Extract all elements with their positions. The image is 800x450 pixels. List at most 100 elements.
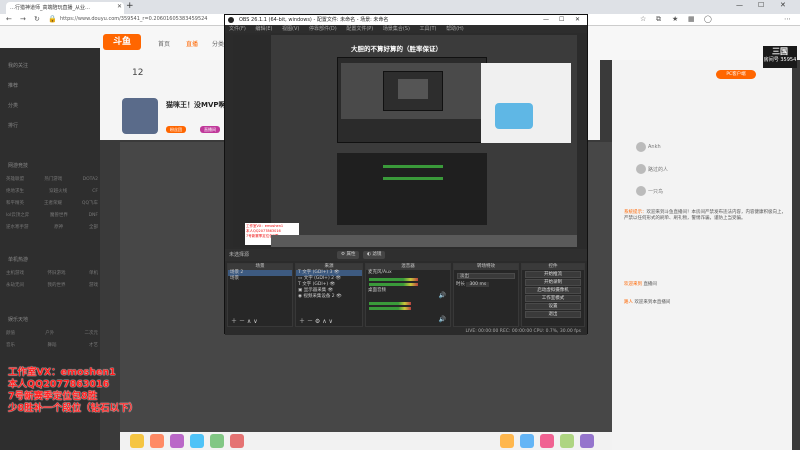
sidebar-category-link[interactable]: QQ飞车 — [82, 198, 98, 210]
menu-edit[interactable]: 编辑(E) — [255, 26, 272, 32]
nav-category[interactable]: 分类 — [212, 39, 224, 48]
gift-icon[interactable] — [230, 434, 244, 448]
chat-author[interactable]: 路人 — [624, 300, 633, 305]
sidebar-category-link[interactable]: 永劫无间 — [6, 280, 24, 292]
close-icon[interactable]: ✕ — [575, 15, 580, 25]
user-name[interactable]: 路过的人 — [648, 166, 668, 173]
url-input[interactable]: https://www.douyu.com/359541_r=0.2060160… — [60, 16, 230, 24]
sidebar-category-link[interactable]: DNF — [89, 210, 98, 222]
sidebar-item-recommend[interactable]: 推荐 — [8, 82, 18, 89]
sidebar-category-link[interactable]: 原神 — [54, 222, 63, 234]
nav-home[interactable]: 首页 — [158, 39, 170, 48]
close-window-icon[interactable]: ✕ — [780, 1, 786, 9]
exit-button[interactable]: 退出 — [525, 311, 581, 318]
sidebar-category-link[interactable]: 全部 — [89, 222, 98, 234]
sidebar-category-link[interactable]: CF — [92, 186, 98, 198]
eye-icon[interactable]: 👁 — [330, 282, 336, 287]
sidebar-category-link[interactable]: 热门游戏 — [44, 174, 62, 186]
add-icon[interactable]: ＋ — [231, 318, 237, 325]
browser-tab[interactable]: …行猎神道师_高端陪玩直播_从业… ✕ — [6, 2, 124, 14]
up-icon[interactable]: ∧ — [247, 318, 251, 325]
start-streaming-button[interactable]: 开始推流 — [525, 271, 581, 278]
sidebar-item-rank[interactable]: 排行 — [8, 122, 18, 129]
gift-icon[interactable] — [150, 434, 164, 448]
gift-icon[interactable] — [190, 434, 204, 448]
sidebar-category-link[interactable]: 魔兽世界 — [50, 210, 68, 222]
forward-icon[interactable]: → — [20, 15, 26, 23]
eye-icon[interactable]: 👁 — [336, 294, 342, 299]
menu-file[interactable]: 文件(F) — [229, 26, 246, 32]
up-icon[interactable]: ∧ — [322, 318, 326, 325]
minimize-icon[interactable]: — — [736, 1, 743, 9]
room-tag[interactable]: 直播间 — [200, 126, 220, 133]
scene-item[interactable]: 场景 — [228, 276, 292, 282]
sidebar-category-link[interactable]: 音乐 — [6, 340, 15, 352]
obs-preview[interactable]: 大胆的不算好算的（胜率保证） 工作室VX：emoshen1 本人QQ2077863… — [233, 35, 577, 247]
start-recording-button[interactable]: 开始录制 — [525, 279, 581, 286]
chat-author[interactable]: 欢迎来到 — [624, 282, 642, 287]
sidebar-category-link[interactable]: 绝地求生 — [6, 186, 24, 198]
sidebar-category-link[interactable]: 二次元 — [85, 328, 99, 340]
streamer-avatar[interactable] — [122, 98, 158, 134]
sidebar-category-link[interactable]: 王者荣耀 — [44, 198, 62, 210]
maximize-icon[interactable]: ☐ — [559, 15, 564, 25]
volume-icon[interactable]: 🔊 — [439, 316, 446, 323]
sidebar-item-category[interactable]: 分类 — [8, 102, 18, 109]
transition-select[interactable]: 淡出 — [457, 273, 515, 279]
menu-help[interactable]: 帮助(H) — [446, 26, 464, 32]
studio-mode-button[interactable]: 工作室模式 — [525, 295, 581, 302]
sidebar-category-link[interactable]: 单机 — [89, 268, 98, 280]
volume-icon[interactable]: 🔊 — [439, 292, 446, 299]
favorites-icon[interactable]: ★ — [672, 15, 678, 23]
star-icon[interactable]: ☆ — [640, 15, 646, 23]
down-icon[interactable]: ∨ — [253, 318, 257, 325]
gift-icon[interactable] — [520, 434, 534, 448]
sidebar-category-link[interactable]: 颜值 — [6, 328, 15, 340]
more-icon[interactable]: ⋯ — [784, 15, 791, 23]
eye-icon[interactable]: 👁 — [334, 270, 340, 275]
menu-view[interactable]: 视图(V) — [282, 26, 299, 32]
nav-live[interactable]: 直播 — [186, 39, 198, 48]
remove-icon[interactable]: － — [307, 318, 313, 325]
menu-tools[interactable]: 工具(T) — [420, 26, 437, 32]
site-logo[interactable]: 斗鱼 — [103, 34, 141, 50]
refresh-icon[interactable]: ↻ — [34, 15, 40, 23]
duration-input[interactable]: 300 ms — [466, 282, 490, 287]
sidebar-category-link[interactable]: 穿越火线 — [49, 186, 67, 198]
sidebar-category-link[interactable]: 怀旧游戏 — [48, 268, 66, 280]
sidebar-category-link[interactable]: 英雄联盟 — [6, 174, 24, 186]
filters-button[interactable]: ◐ 滤镜 — [363, 251, 386, 259]
eye-icon[interactable]: 👁 — [335, 276, 341, 281]
room-tag[interactable]: 粉丝团 — [166, 126, 186, 133]
user-name[interactable]: 一只鸟 — [648, 188, 663, 195]
sidebar-category-link[interactable]: 我的世界 — [48, 280, 66, 292]
eye-icon[interactable]: 👁 — [328, 288, 334, 293]
menu-docks[interactable]: 停靠部件(D) — [309, 26, 337, 32]
gift-icon[interactable] — [540, 434, 554, 448]
profile-icon[interactable]: ◯ — [704, 15, 712, 23]
obs-titlebar[interactable]: OBS 26.1.1 (64-bit, windows) - 配置文件: 未命名… — [225, 15, 587, 25]
gift-icon[interactable] — [130, 434, 144, 448]
tab-close-icon[interactable]: ✕ — [117, 3, 122, 10]
maximize-icon[interactable]: ☐ — [758, 1, 764, 9]
pc-client-button[interactable]: PC客户端 — [716, 70, 756, 79]
obs-window[interactable]: OBS 26.1.1 (64-bit, windows) - 配置文件: 未命名… — [224, 14, 588, 335]
sidebar-category-link[interactable]: 游戏 — [89, 280, 98, 292]
sidebar-category-link[interactable]: 户外 — [45, 328, 54, 340]
gift-icon[interactable] — [560, 434, 574, 448]
minimize-icon[interactable]: — — [543, 15, 549, 25]
new-tab-button[interactable]: + — [126, 1, 134, 11]
back-icon[interactable]: ← — [6, 15, 12, 23]
sidebar-category-link[interactable]: 才艺 — [89, 340, 98, 352]
gift-icon[interactable] — [580, 434, 594, 448]
remove-icon[interactable]: － — [239, 318, 245, 325]
properties-button[interactable]: ⚙ 属性 — [337, 251, 360, 259]
gift-icon[interactable] — [170, 434, 184, 448]
menu-profile[interactable]: 配置文件(P) — [346, 26, 373, 32]
add-icon[interactable]: ＋ — [299, 318, 305, 325]
sidebar-category-link[interactable]: lol云顶之弈 — [6, 210, 29, 222]
extensions-icon[interactable]: ⧉ — [656, 15, 661, 24]
virtual-camera-button[interactable]: 启动虚拟摄像机 — [525, 287, 581, 294]
sidebar-category-link[interactable]: 逆水寒手游 — [6, 222, 29, 234]
gear-icon[interactable]: ⚙ — [315, 318, 320, 325]
